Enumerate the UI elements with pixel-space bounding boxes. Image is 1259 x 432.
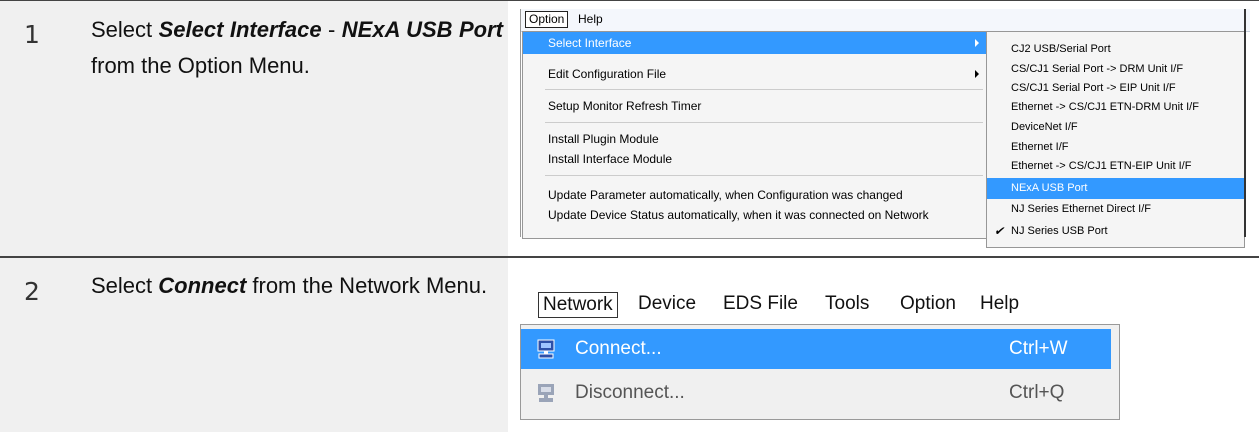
menu-bar: Network Device EDS File Tools Option Hel… [520, 286, 1118, 325]
submenu-item[interactable]: DeviceNet I/F [987, 117, 1244, 138]
submenu-item[interactable]: CS/CJ1 Serial Port -> DRM Unit I/F [987, 59, 1244, 80]
menu-item-update-parameter[interactable]: Update Parameter automatically, when Con… [523, 184, 987, 206]
menu-tools[interactable]: Tools [825, 292, 869, 316]
submenu-arrow-icon [975, 39, 979, 47]
menu-item-update-device-status[interactable]: Update Device Status automatically, when… [523, 204, 987, 226]
menu-item-label: Install Interface Module [548, 152, 673, 166]
menu-item-label: Update Device Status automatically, when… [548, 208, 929, 222]
instruction-emphasis: Select Interface [158, 17, 322, 42]
submenu-item-label: CS/CJ1 Serial Port -> EIP Unit I/F [1011, 82, 1176, 94]
instruction-text: from the Network Menu. [246, 273, 488, 298]
submenu-item[interactable]: Ethernet I/F [987, 137, 1244, 158]
submenu-item-label: CJ2 USB/Serial Port [1011, 43, 1111, 55]
menu-item-install-plugin[interactable]: Install Plugin Module [523, 128, 987, 150]
submenu-item[interactable]: CS/CJ1 Serial Port -> EIP Unit I/F [987, 78, 1244, 99]
menu-item-label: Connect... [575, 338, 662, 359]
connect-icon [537, 339, 555, 359]
menu-item-label: Install Plugin Module [548, 132, 659, 146]
menu-item-select-interface[interactable]: Select Interface [523, 32, 987, 54]
instruction-text: Select [91, 273, 159, 298]
submenu-item-label: Ethernet -> CS/CJ1 ETN-EIP Unit I/F [1011, 160, 1192, 172]
step-instruction: Select Connect from the Network Menu. [91, 268, 503, 304]
menu-item-label: Setup Monitor Refresh Timer [548, 99, 702, 113]
submenu-item[interactable]: NJ Series Ethernet Direct I/F [987, 199, 1244, 220]
menu-option[interactable]: Option [900, 292, 956, 316]
network-dropdown: Connect... Ctrl+W Disconnect... Ctrl+Q [520, 324, 1120, 420]
menu-separator [545, 175, 983, 176]
instruction-emphasis: Connect [158, 273, 247, 298]
submenu-item-label: CS/CJ1 Serial Port -> DRM Unit I/F [1011, 63, 1184, 75]
submenu-item[interactable]: Ethernet -> CS/CJ1 ETN-DRM Unit I/F [987, 97, 1244, 118]
submenu-item-label: NJ Series USB Port [1011, 225, 1108, 237]
menu-device[interactable]: Device [638, 292, 696, 316]
submenu-item-label: Ethernet -> CS/CJ1 ETN-DRM Unit I/F [1011, 101, 1199, 113]
instruction-text: - [321, 17, 342, 42]
menu-item-shortcut: Ctrl+W [1009, 338, 1068, 359]
menu-eds-file[interactable]: EDS File [723, 292, 798, 316]
menu-item-label: Disconnect... [575, 382, 685, 403]
menu-item-shortcut: Ctrl+Q [1009, 382, 1065, 403]
window-edge [1244, 9, 1246, 237]
step-instruction: Select Select Interface - NExA USB Port … [91, 12, 503, 84]
menu-item-refresh-timer[interactable]: Setup Monitor Refresh Timer [523, 95, 987, 117]
menu-option[interactable]: Option [525, 11, 569, 28]
network-menu-screenshot: Network Device EDS File Tools Option Hel… [520, 286, 1120, 420]
submenu-item-nj-usb-port[interactable]: ✔ NJ Series USB Port [987, 221, 1244, 242]
menu-help[interactable]: Help [578, 12, 603, 27]
menu-item-install-interface[interactable]: Install Interface Module [523, 148, 987, 170]
menu-separator [545, 122, 983, 123]
submenu-item[interactable]: Ethernet -> CS/CJ1 ETN-EIP Unit I/F [987, 156, 1244, 177]
option-dropdown: Select Interface Edit Configuration File… [522, 31, 988, 239]
menu-item-connect[interactable]: Connect... Ctrl+W [521, 329, 1111, 369]
option-menu-screenshot: Option Help Select Interface Edit Config… [520, 9, 1250, 248]
interface-submenu: CJ2 USB/Serial Port CS/CJ1 Serial Port -… [986, 31, 1245, 248]
menu-item-disconnect[interactable]: Disconnect... Ctrl+Q [521, 373, 1111, 413]
menu-item-label: Edit Configuration File [548, 67, 667, 81]
submenu-item-label: Ethernet I/F [1011, 141, 1069, 153]
menu-separator [545, 89, 983, 90]
submenu-item[interactable]: CJ2 USB/Serial Port [987, 39, 1244, 60]
row-divider [0, 256, 1259, 258]
disconnect-icon [538, 384, 554, 402]
menu-help[interactable]: Help [980, 292, 1019, 316]
instruction-text: Select [91, 17, 159, 42]
step-number: 1 [24, 20, 40, 49]
instruction-emphasis: NExA USB Port [341, 17, 503, 42]
submenu-item-nexa-usb-port[interactable]: NExA USB Port [987, 178, 1244, 199]
step-number: 2 [24, 277, 40, 306]
check-mark-icon: ✔ [994, 224, 1005, 238]
submenu-arrow-icon [975, 70, 979, 78]
submenu-item-label: NExA USB Port [1011, 182, 1088, 194]
menu-item-label: Select Interface [548, 36, 632, 50]
menu-item-label: Update Parameter automatically, when Con… [548, 188, 903, 202]
menu-bar: Option Help [521, 9, 1250, 32]
menu-network[interactable]: Network [538, 292, 618, 318]
submenu-item-label: NJ Series Ethernet Direct I/F [1011, 203, 1151, 215]
menu-item-edit-configuration[interactable]: Edit Configuration File [523, 63, 987, 85]
instruction-text: from the Option Menu. [91, 53, 310, 78]
submenu-item-label: DeviceNet I/F [1011, 121, 1078, 133]
